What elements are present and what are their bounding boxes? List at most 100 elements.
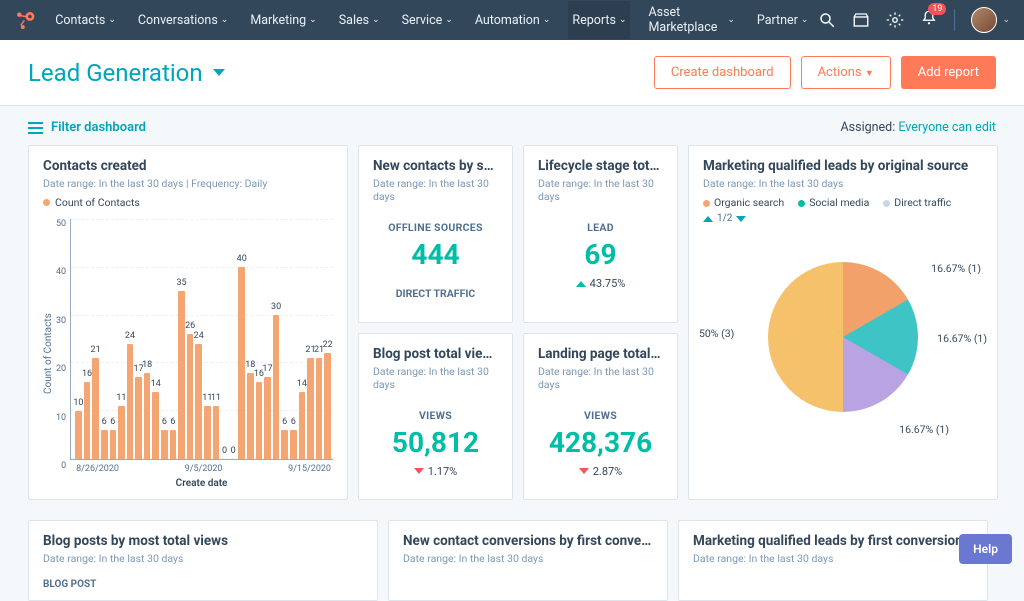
nav-sales[interactable]: Sales⌄: [335, 1, 384, 39]
triangle-up-icon: [703, 216, 713, 222]
pie-label: 16.67% (1): [899, 423, 949, 436]
triangle-up-icon: [576, 281, 586, 287]
bar: 17: [264, 377, 271, 459]
nav-automation[interactable]: Automation⌄: [471, 1, 555, 39]
chevron-down-icon: ⌄: [221, 15, 229, 25]
bar: 6: [101, 430, 108, 459]
nav-reports[interactable]: Reports⌄: [568, 1, 630, 39]
table-header: BLOG POST: [43, 579, 363, 590]
card-title: Lifecycle stage totals: [538, 158, 663, 174]
pie-chart: 50% (3) 16.67% (1) 16.67% (1) 16.67% (1): [703, 232, 983, 442]
card-title: Blog post total views a…: [373, 346, 498, 362]
card-title: Marketing qualified leads by original so…: [703, 158, 983, 174]
chevron-down-icon: ⌄: [445, 15, 453, 25]
dashboard-bottom-row: Blog posts by most total views Date rang…: [0, 520, 988, 601]
divider: [954, 9, 955, 31]
nav-conversations[interactable]: Conversations⌄: [134, 1, 232, 39]
bar: 14: [299, 392, 306, 459]
add-report-button[interactable]: Add report: [901, 56, 996, 89]
bar: 10: [75, 411, 82, 459]
create-dashboard-button[interactable]: Create dashboard: [654, 56, 791, 89]
nav-label: Reports: [572, 13, 616, 28]
assigned-link[interactable]: Everyone can edit: [898, 120, 996, 135]
bar: 24: [127, 344, 134, 459]
gear-icon[interactable]: [886, 11, 904, 29]
card-mql-by-conversion[interactable]: Marketing qualified leads by first conve…: [678, 520, 988, 601]
card-blog-by-views[interactable]: Blog posts by most total views Date rang…: [28, 520, 378, 601]
nav-label: Marketing: [250, 13, 306, 28]
kpi: LEAD 69 43.75%: [538, 203, 663, 296]
nav-label: Automation: [475, 13, 540, 28]
trend-value: 2.87%: [593, 465, 623, 478]
actions-button[interactable]: Actions ▼: [801, 56, 891, 89]
nav-label: Contacts: [55, 13, 105, 28]
nav-marketing[interactable]: Marketing⌄: [246, 1, 320, 39]
card-sub: Date range: In the last 30 days: [703, 177, 983, 190]
notifications[interactable]: 19: [920, 9, 938, 31]
help-button[interactable]: Help: [959, 534, 1012, 564]
nav-label: Asset Marketplace: [648, 5, 724, 35]
pie-label: 16.67% (1): [931, 262, 981, 275]
chevron-down-icon: ⌄: [1002, 15, 1010, 25]
nav-marketplace[interactable]: Asset Marketplace⌄: [644, 1, 738, 39]
page-header: Lead Generation Create dashboard Actions…: [0, 40, 1024, 106]
bar: 17: [135, 377, 142, 459]
marketplace-icon[interactable]: [852, 11, 870, 29]
bar: 11: [118, 406, 125, 459]
filter-dashboard-button[interactable]: Filter dashboard: [28, 120, 146, 135]
kpi-value: 428,376: [538, 426, 663, 459]
assigned-info: Assigned: Everyone can edit: [841, 120, 996, 135]
assigned-label: Assigned:: [841, 120, 896, 135]
caret-down-icon: [213, 69, 225, 76]
legend-pager[interactable]: 1/2: [703, 213, 983, 224]
pie-label: 50% (3): [699, 327, 734, 340]
bar: 26: [187, 334, 194, 459]
card-sub: Date range: In the last 30 days | Freque…: [43, 177, 333, 190]
bar: 18: [247, 373, 254, 459]
card-mql-by-source[interactable]: Marketing qualified leads by original so…: [688, 145, 998, 500]
bar-chart: Count of Contacts 50403020100 1016216611…: [43, 219, 333, 489]
card-sub: Date range: In the last 30 days: [403, 552, 653, 565]
bar: 16: [256, 382, 263, 459]
sliders-icon: [28, 122, 43, 134]
account-menu[interactable]: ⌄: [971, 7, 1010, 33]
bar: 11: [213, 406, 220, 459]
trend-up: 43.75%: [538, 277, 663, 290]
legend-item: Organic search: [703, 196, 784, 209]
card-new-contacts-by-source[interactable]: New contacts by source Date range: In th…: [358, 145, 513, 323]
trend-value: 43.75%: [590, 277, 626, 290]
filter-bar: Filter dashboard Assigned: Everyone can …: [0, 106, 1024, 145]
chevron-down-icon: ⌄: [619, 15, 627, 25]
nav-label: Partner: [757, 13, 798, 28]
triangle-down-icon: [736, 216, 746, 222]
trend-down: 1.17%: [373, 465, 498, 478]
bar: 6: [281, 430, 288, 459]
chevron-down-icon: ⌄: [543, 15, 551, 25]
card-title: New contacts by source: [373, 158, 498, 174]
legend-item: Direct traffic: [883, 196, 951, 209]
card-lp-views[interactable]: Landing page total vie… Date range: In t…: [523, 333, 678, 501]
card-blog-views[interactable]: Blog post total views a… Date range: In …: [358, 333, 513, 501]
card-lifecycle-stage[interactable]: Lifecycle stage totals Date range: In th…: [523, 145, 678, 323]
nav-service[interactable]: Service⌄: [398, 1, 457, 39]
nav-contacts[interactable]: Contacts⌄: [51, 1, 120, 39]
x-axis-label: Create date: [70, 478, 333, 489]
card-sub: Date range: In the last 30 days: [538, 177, 663, 203]
notif-badge: 19: [928, 3, 946, 15]
nav-partner[interactable]: Partner⌄: [753, 1, 813, 39]
triangle-down-icon: [579, 468, 589, 474]
card-contacts-created[interactable]: Contacts created Date range: In the last…: [28, 145, 348, 500]
bar: 14: [152, 392, 159, 459]
pie-legend: Organic search Social media Direct traff…: [703, 196, 983, 209]
card-title: Contacts created: [43, 158, 333, 174]
legend-item: Social media: [798, 196, 869, 209]
caret-down-icon: ▼: [865, 69, 874, 79]
hubspot-logo-icon[interactable]: [14, 9, 35, 31]
bar: 16: [84, 382, 91, 459]
card-new-contact-conversions[interactable]: New contact conversions by first convers…: [388, 520, 668, 601]
trend-down: 2.87%: [538, 465, 663, 478]
dashboard-title-dropdown[interactable]: Lead Generation: [28, 59, 225, 87]
kpi-label: VIEWS: [373, 409, 498, 422]
search-icon[interactable]: [818, 11, 836, 29]
avatar: [971, 7, 997, 33]
